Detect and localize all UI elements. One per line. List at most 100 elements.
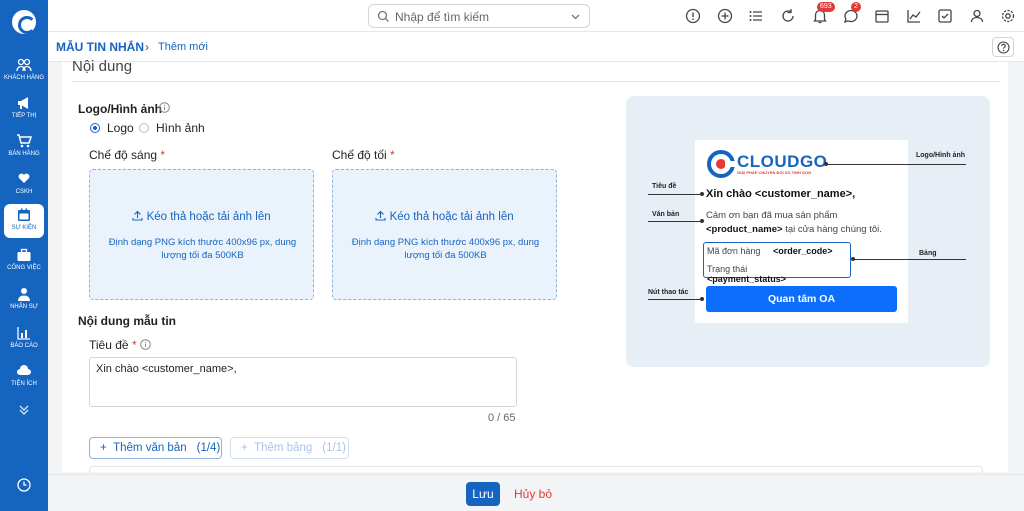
plus-icon: + [100, 442, 107, 454]
radio-logo-label: Logo [107, 121, 134, 135]
message-badge: 2 [851, 2, 861, 12]
notifications-button[interactable]: 693 [812, 2, 835, 24]
footer-bar: Lưu Hủy bỏ [48, 474, 1024, 511]
radio-image-label: Hình ảnh [156, 121, 205, 135]
add-text-button[interactable]: + Thêm văn bản (1/4) [89, 437, 222, 459]
nav-customer-care[interactable]: CSKH [2, 168, 46, 204]
nav-label: Khách hàng [3, 75, 44, 81]
cloudgo-logo-icon [707, 150, 735, 178]
plus-icon: + [241, 442, 248, 454]
question-circle-icon [997, 41, 1010, 54]
messages-button[interactable]: 2 [843, 2, 861, 24]
upload-title: Kéo thả hoặc tải ảnh lên [333, 210, 556, 223]
breadcrumb-root[interactable]: Mẫu tin nhắn [56, 40, 144, 54]
radio-logo[interactable] [90, 123, 100, 133]
top-bar: Nhập để tìm kiếm 693 2 [48, 0, 1024, 32]
nav-reports[interactable]: Báo cáo [2, 322, 46, 358]
calendar-icon [18, 208, 30, 221]
nav-label: Tiếp thị [11, 113, 37, 119]
cart-icon [17, 134, 32, 148]
app-logo[interactable] [12, 10, 36, 34]
table-row: Trạng thái<payment_status> [707, 264, 787, 284]
nav-label: Bán hàng [8, 151, 40, 157]
breadcrumb: Mẫu tin nhắn › Thêm mới [48, 32, 1024, 62]
nav-utilities[interactable]: Tiện ích [2, 360, 46, 396]
light-mode-dropzone[interactable]: Kéo thả hoặc tải ảnh lên Định dạng PNG k… [89, 169, 314, 300]
title-input[interactable]: Xin chào <customer_name>, [89, 357, 517, 407]
user-icon[interactable] [969, 8, 985, 24]
title-field-label: Tiêu đề * [89, 338, 137, 352]
search-box[interactable]: Nhập để tìm kiếm [368, 4, 590, 28]
help-button[interactable] [992, 37, 1014, 57]
chevron-down-icon [571, 14, 580, 20]
upload-title: Kéo thả hoặc tải ảnh lên [90, 210, 313, 223]
save-button[interactable]: Lưu [466, 482, 500, 506]
calendar-icon[interactable] [874, 8, 890, 24]
dark-mode-label: Chế độ tối * [332, 148, 395, 162]
bar-chart-icon [17, 327, 30, 340]
refresh-icon[interactable] [780, 8, 796, 24]
gear-icon[interactable] [1000, 8, 1016, 24]
annotation-line [853, 259, 966, 260]
annotation-line [648, 299, 702, 300]
info-icon[interactable] [140, 339, 151, 350]
nav-sales[interactable]: Bán hàng [2, 130, 46, 166]
preview-action-button: Quan tâm OA [706, 286, 897, 312]
nav-marketing[interactable]: Tiếp thị [2, 92, 46, 128]
list-icon[interactable] [748, 8, 764, 24]
notification-badge: 693 [817, 2, 835, 12]
annotation-table: Bảng [919, 250, 937, 257]
nav-label: CSKH [15, 189, 33, 195]
sidebar: Khách hàng Tiếp thị Bán hàng CSKH Sự kiệ… [0, 0, 48, 511]
nav-history[interactable] [2, 475, 46, 495]
nav-hr[interactable]: Nhân sự [2, 283, 46, 319]
nav-events[interactable]: Sự kiện [4, 204, 44, 238]
nav-label: Tiện ích [11, 381, 37, 387]
radio-image[interactable] [139, 123, 149, 133]
brand-name: CLOUDGO [737, 152, 828, 171]
nav-expand[interactable] [2, 400, 46, 420]
section-title: Nội dung [72, 58, 133, 75]
briefcase-icon [17, 248, 31, 261]
char-counter: 0 / 65 [488, 412, 516, 424]
add-table-button[interactable]: + Thêm bảng (1/1) [230, 437, 349, 459]
upload-icon [375, 210, 386, 221]
nav-tasks[interactable]: Công việc [2, 244, 46, 280]
megaphone-icon [18, 97, 28, 109]
upload-icon [132, 210, 143, 221]
annotation-dot [700, 219, 704, 223]
cloud-icon [17, 365, 31, 375]
logo-label: Logo/Hình ảnh [78, 102, 162, 116]
annotation-text: Văn bản [652, 211, 680, 218]
preview-text: Cảm ơn bạn đã mua sản phẩm <product_name>… [706, 210, 882, 235]
annotation-title: Tiêu đề [652, 183, 677, 190]
section-divider [72, 81, 1000, 82]
annotation-line [648, 221, 702, 222]
upload-hint: Định dạng PNG kích thước 400x96 px, dung… [351, 237, 540, 261]
nav-label: Sự kiện [11, 225, 37, 231]
info-icon[interactable] [159, 102, 170, 113]
line-chart-icon[interactable] [906, 8, 922, 24]
annotation-action: Nút thao tác [648, 289, 689, 296]
cancel-button[interactable]: Hủy bỏ [514, 487, 552, 501]
breadcrumb-separator: › [145, 40, 149, 54]
search-icon [377, 10, 389, 22]
annotation-logo: Logo/Hình ảnh [916, 152, 965, 159]
annotation-line [826, 164, 966, 165]
annotation-line [648, 194, 702, 195]
preview-title: Xin chào <customer_name>, [706, 188, 856, 200]
checkbox-icon[interactable] [937, 8, 953, 24]
clock-icon [17, 478, 31, 492]
annotation-dot [700, 297, 704, 301]
plus-circle-icon[interactable] [717, 8, 733, 24]
person-icon [18, 288, 30, 301]
alert-circle-icon[interactable] [685, 8, 701, 24]
dark-mode-dropzone[interactable]: Kéo thả hoặc tải ảnh lên Định dạng PNG k… [332, 169, 557, 300]
brand-tagline: GIẢI PHÁP CHUYỂN ĐỔI SỐ TINH GỌN [737, 170, 812, 175]
nav-customers[interactable]: Khách hàng [2, 54, 46, 90]
light-mode-label: Chế độ sáng * [89, 148, 166, 162]
preview-card: CLOUDGO GIẢI PHÁP CHUYỂN ĐỔI SỐ TINH GỌN… [695, 140, 908, 323]
nav-label: Công việc [7, 265, 41, 271]
content-label: Nội dung mẫu tin [78, 314, 176, 328]
users-icon [16, 58, 32, 72]
